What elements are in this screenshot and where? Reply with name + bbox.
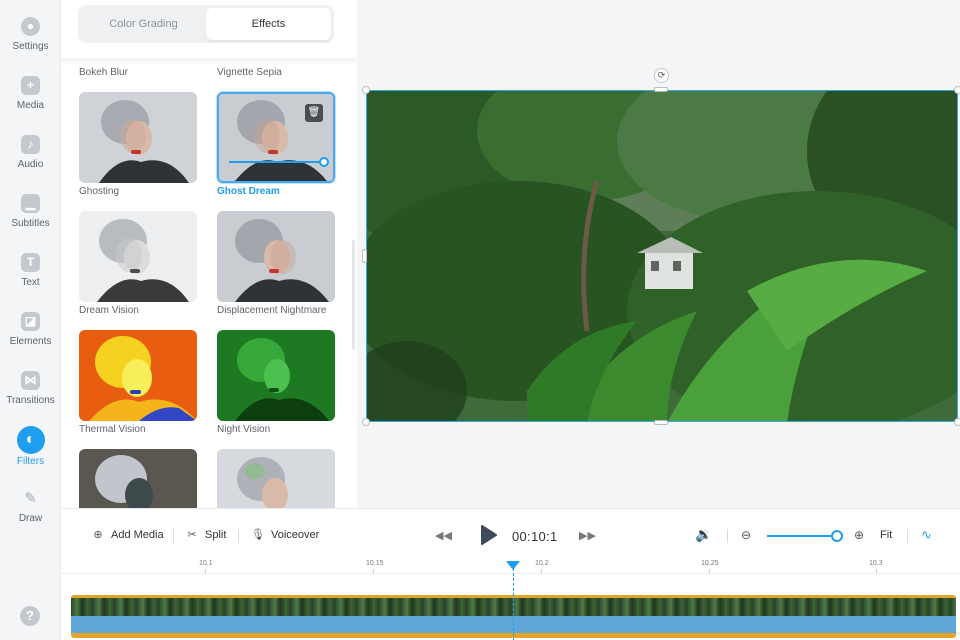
sidebar-item-settings[interactable]: ● Settings: [0, 17, 61, 73]
sidebar-item-label: Elements: [9, 336, 52, 347]
divider: [727, 529, 728, 543]
divider: [61, 58, 357, 66]
filter-thumbnail-ghosting[interactable]: [79, 92, 197, 183]
ruler-label: 10.25: [701, 560, 719, 567]
skip-forward-icon[interactable]: ▶▶: [579, 529, 596, 542]
filters-panel: Color Grading Effects Bokeh Blur Vignett…: [61, 0, 357, 508]
ruler-label: 10.2: [535, 560, 549, 567]
filter-thumbnail-thermal-vision[interactable]: [79, 330, 197, 421]
panel-tabs: Color Grading Effects: [78, 5, 334, 43]
sidebar-item-audio[interactable]: ♪ Audio: [0, 135, 61, 191]
filter-thumbnail-dream-vision[interactable]: [79, 211, 197, 302]
resize-handle-top-left[interactable]: [362, 86, 370, 94]
filter-label-ghosting: Ghosting: [79, 186, 120, 197]
microphone-icon: 🎙: [251, 529, 265, 541]
sidebar-item-label: Draw: [18, 513, 43, 524]
filter-label-displacement-nightmare: Displacement Nightmare: [217, 305, 327, 316]
playback-time: 00:10:1: [512, 529, 558, 544]
ruler-label: 10.15: [366, 560, 384, 567]
transitions-icon: ⋈: [21, 371, 40, 390]
tab-effects[interactable]: Effects: [206, 8, 331, 40]
voiceover-label: Voiceover: [271, 529, 320, 541]
skip-back-icon[interactable]: ◀◀: [435, 529, 452, 542]
resize-handle-bottom-left[interactable]: [362, 418, 370, 426]
sidebar-item-filters[interactable]: ◐ Filters: [0, 426, 61, 486]
filter-thumbnail-7[interactable]: [79, 449, 197, 508]
panel-scrollbar[interactable]: [352, 240, 355, 350]
sidebar-item-label: Audio: [17, 159, 44, 170]
play-button[interactable]: [481, 525, 497, 545]
sidebar-item-label: Filters: [16, 456, 45, 467]
waveform-icon[interactable]: ∿: [921, 527, 932, 543]
zoom-slider[interactable]: [767, 535, 835, 537]
tab-color-grading[interactable]: Color Grading: [81, 8, 206, 40]
sidebar-item-subtitles[interactable]: ▁ Subtitles: [0, 194, 61, 250]
resize-handle-bottom-right[interactable]: [954, 418, 960, 426]
filter-intensity-handle[interactable]: [319, 157, 329, 167]
filter-label-bokeh-blur: Bokeh Blur: [79, 67, 128, 78]
sidebar-item-label: Text: [21, 277, 40, 288]
zoom-out-icon[interactable]: ⊖: [741, 528, 751, 542]
filter-label-thermal-vision: Thermal Vision: [79, 424, 146, 435]
divider: [238, 529, 239, 543]
filter-thumbnail-displacement-nightmare[interactable]: [217, 211, 335, 302]
filter-label-ghost-dream: Ghost Dream: [217, 186, 280, 197]
subtitles-icon: ▁: [21, 194, 40, 213]
help-icon[interactable]: ?: [20, 606, 40, 626]
filter-label-night-vision: Night Vision: [217, 424, 271, 435]
voiceover-button[interactable]: 🎙 Voiceover: [251, 528, 319, 541]
volume-icon[interactable]: 🔉: [695, 526, 712, 543]
resize-handle-bottom[interactable]: [654, 420, 668, 425]
filter-label-vignette-sepia: Vignette Sepia: [217, 67, 282, 78]
resize-handle-left[interactable]: [362, 249, 367, 263]
filter-thumbnail-night-vision[interactable]: [217, 330, 335, 421]
text-icon: T: [21, 253, 40, 272]
rotate-icon[interactable]: ⟳: [654, 68, 669, 83]
sidebar-item-text[interactable]: T Text: [0, 253, 61, 309]
scissors-icon: ✂: [187, 529, 197, 541]
divider: [907, 529, 908, 543]
ruler: [61, 573, 960, 574]
elements-icon: ◪: [21, 312, 40, 331]
sidebar-item-media[interactable]: + Media: [0, 76, 61, 132]
sidebar-item-label: Media: [16, 100, 45, 111]
add-media-label: Add Media: [111, 529, 164, 541]
filter-intensity-slider[interactable]: [229, 161, 327, 163]
filter-thumbnail-ghost-dream[interactable]: 🗑: [217, 92, 335, 183]
sidebar-item-label: Transitions: [6, 395, 55, 406]
fit-button[interactable]: Fit: [880, 529, 892, 541]
split-label: Split: [205, 529, 227, 541]
divider: [173, 529, 174, 543]
timeline: ⊕ Add Media ✂ Split 🎙 Voiceover ◀◀ 00:10:1 …: [61, 508, 960, 640]
ruler-label: 10.3: [869, 560, 883, 567]
filter-label-dream-vision: Dream Vision: [79, 305, 139, 316]
audio-icon: ♪: [21, 135, 40, 154]
add-media-button[interactable]: ⊕ Add Media: [91, 528, 164, 541]
resize-handle-top-right[interactable]: [954, 86, 960, 94]
video-editor: ● Settings + Media ♪ Audio ▁ Subtitles T…: [0, 0, 960, 640]
sidebar-item-label: Subtitles: [11, 218, 50, 229]
playhead-handle[interactable]: [506, 561, 520, 570]
sidebar: ● Settings + Media ♪ Audio ▁ Subtitles T…: [0, 0, 61, 640]
zoom-slider-handle[interactable]: [831, 530, 843, 542]
filter-thumbnail-8[interactable]: [217, 449, 335, 508]
media-icon: +: [21, 76, 40, 95]
sidebar-item-draw[interactable]: ✎ Draw: [0, 489, 61, 545]
sidebar-item-elements[interactable]: ◪ Elements: [0, 312, 61, 368]
draw-icon: ✎: [24, 490, 37, 507]
ruler-label: 10.1: [199, 560, 213, 567]
sidebar-item-label: Settings: [12, 41, 49, 52]
add-circle-icon: ⊕: [93, 529, 103, 541]
playhead-line[interactable]: [513, 563, 514, 640]
filters-icon: ◐: [16, 426, 45, 454]
sidebar-item-transitions[interactable]: ⋈ Transitions: [0, 371, 61, 427]
settings-icon: ●: [21, 17, 40, 36]
split-button[interactable]: ✂ Split: [185, 528, 226, 541]
zoom-in-icon[interactable]: ⊕: [854, 528, 864, 542]
video-preview[interactable]: [366, 90, 958, 422]
delete-filter-icon[interactable]: 🗑: [305, 104, 323, 122]
resize-handle-top[interactable]: [654, 87, 668, 92]
